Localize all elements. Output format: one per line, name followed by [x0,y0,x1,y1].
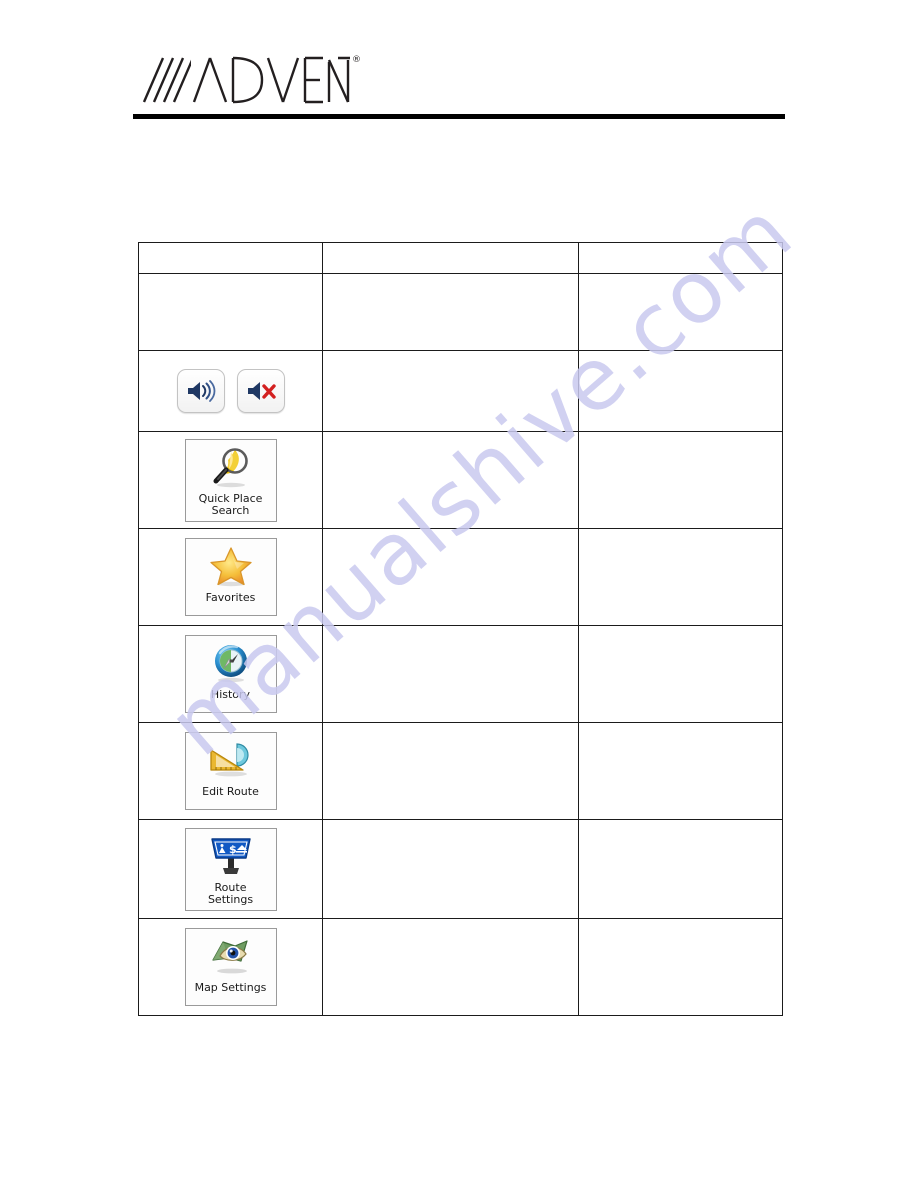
quick-place-search-button[interactable]: Quick Place Search [184,438,277,522]
favorites-desc-cell [322,528,579,626]
logo-slashes-icon [133,56,191,104]
page-header: ® [133,46,785,104]
history-cell: History [138,625,323,723]
table-header-row [138,242,783,274]
route-settings-button[interactable]: $ Route Settings [184,827,277,911]
volume-mute-icon[interactable] [236,369,285,413]
favorites-button[interactable]: Favorites [184,538,277,616]
map-settings-label: Map Settings [194,981,267,994]
favorites-note-text [579,529,782,537]
map-settings-note-cell [578,918,783,1016]
map-eye-icon [207,934,255,980]
history-desc-cell [322,625,579,723]
map-settings-desc-text [323,919,578,927]
intro-cell-mid [322,273,579,351]
route-settings-label: Route Settings [207,880,254,906]
favorites-cell: Favorites [138,528,323,626]
edit-route-button[interactable]: Edit Route [184,732,277,810]
volume-note-text [579,351,782,359]
route-settings-note-text [579,820,782,828]
history-note-text [579,626,782,634]
header-rule [133,114,785,119]
map-settings-note-text [579,919,782,927]
feature-table: Quick Place Search Favorites History Edi… [138,242,783,1016]
volume-desc-cell [322,350,579,432]
quick-place-search-label: Quick Place Search [198,491,263,517]
edit-route-note-cell [578,722,783,820]
table-row: Quick Place Search [138,431,783,529]
map-settings-desc-cell [322,918,579,1016]
edit-route-note-text [579,723,782,731]
quick-place-search-desc-text [323,432,578,440]
map-settings-button[interactable]: Map Settings [184,928,277,1006]
history-note-cell [578,625,783,723]
header-cell-mid [322,242,579,274]
header-label-right [579,243,782,251]
magnifier-icon [207,445,255,491]
edit-route-desc-text [323,723,578,731]
map-settings-cell: Map Settings [138,918,323,1016]
intro-text-right [579,274,782,282]
quick-place-search-note-text [579,432,782,440]
intro-text-icon [139,274,322,282]
route-settings-note-cell [578,819,783,919]
svg-text:$: $ [229,843,237,856]
history-desc-text [323,626,578,634]
registered-trademark-icon: ® [352,55,361,65]
volume-icons-cell [138,350,323,432]
compass-globe-icon [207,641,255,687]
table-row: Map Settings [138,918,783,1016]
route-settings-desc-cell [322,819,579,919]
favorites-note-cell [578,528,783,626]
history-label: History [210,688,251,701]
quick-place-search-desc-cell [322,431,579,529]
favorites-desc-text [323,529,578,537]
table-row [138,350,783,432]
intro-cell-icon [138,273,323,351]
volume-on-icon[interactable] [176,369,225,413]
advent-logo: ® [133,46,785,104]
favorites-label: Favorites [205,591,256,604]
quick-place-search-cell: Quick Place Search [138,431,323,529]
header-label-mid [323,243,578,251]
header-label-icon [139,243,322,251]
table-row [138,273,783,351]
star-icon [207,544,255,590]
route-settings-cell: $ Route Settings [138,819,323,919]
volume-desc-text [323,351,578,359]
quick-place-search-note-cell [578,431,783,529]
table-row: Favorites [138,528,783,626]
edit-route-label: Edit Route [202,785,259,798]
logo-wordmark [192,56,350,104]
manual-page: ® Quick Place Search Favorites History E… [0,0,918,1188]
route-settings-desc-text [323,820,578,828]
edit-route-desc-cell [322,722,579,820]
road-sign-icon: $ [207,834,255,880]
ruler-protractor-icon [207,738,255,784]
volume-note-cell [578,350,783,432]
intro-text-mid [323,274,578,282]
header-cell-right [578,242,783,274]
edit-route-cell: Edit Route [138,722,323,820]
intro-cell-right [578,273,783,351]
header-cell-icon [138,242,323,274]
table-row: Edit Route [138,722,783,820]
table-row: $ Route Settings [138,819,783,919]
history-button[interactable]: History [184,635,277,713]
table-row: History [138,625,783,723]
